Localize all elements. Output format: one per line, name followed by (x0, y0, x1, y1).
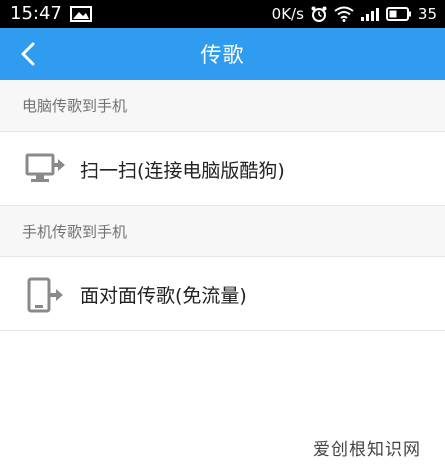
alarm-icon (310, 5, 328, 23)
status-right: 0K/s 35 (272, 0, 437, 28)
status-bar: 15:47 0K/s 35 (0, 0, 445, 28)
network-speed: 0K/s (271, 5, 304, 23)
battery-level: 35 (417, 5, 437, 23)
section-header-phone: 手机传歌到手机 (0, 205, 445, 257)
status-time: 15:47 (10, 3, 62, 24)
nav-bar: 传歌 (0, 28, 445, 80)
gallery-notification-icon (69, 6, 92, 22)
back-button[interactable] (14, 40, 42, 68)
status-left: 15:47 (10, 0, 92, 28)
scan-connect-pc-item[interactable]: 扫一扫(连接电脑版酷狗) (0, 133, 445, 205)
scan-connect-pc-label: 扫一扫(连接电脑版酷狗) (80, 159, 285, 182)
monitor-transfer-icon (24, 151, 66, 187)
face-to-face-transfer-label: 面对面传歌(免流量) (80, 285, 247, 307)
chevron-left-icon (21, 42, 35, 66)
face-to-face-transfer-item[interactable]: 面对面传歌(免流量) (0, 259, 445, 331)
section-header-pc: 电脑传歌到手机 (0, 80, 445, 132)
wifi-icon (334, 6, 354, 22)
signal-icon (360, 6, 380, 22)
page-title: 传歌 (200, 43, 245, 67)
battery-icon (385, 6, 412, 22)
watermark: 爱创根知识网 (313, 440, 421, 460)
phone-transfer-icon (24, 277, 66, 313)
